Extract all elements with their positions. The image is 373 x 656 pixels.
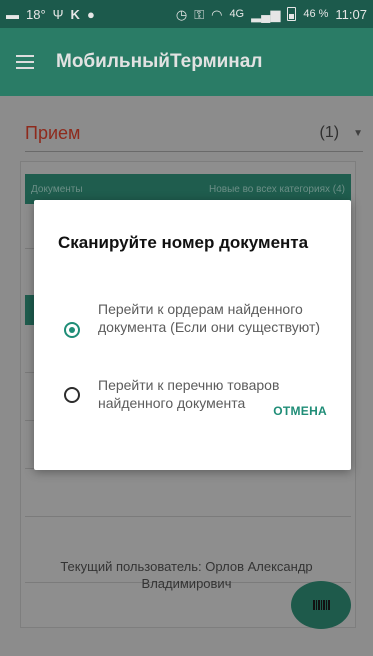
scan-barcode-button[interactable] (291, 581, 351, 629)
k-app-icon: K (70, 6, 80, 22)
clock: 11:07 (335, 6, 367, 22)
menu-icon[interactable] (16, 55, 34, 69)
documents-title: Документы (31, 183, 83, 195)
message-icon: ▬ (6, 6, 19, 22)
battery-level: 46 % (303, 8, 329, 20)
radio-orders[interactable] (64, 322, 80, 338)
cancel-button[interactable]: ОТМЕНА (273, 404, 327, 418)
signal-icon: ▂▄▆ (251, 6, 281, 22)
dropdown-caret-icon: ▼ (353, 127, 363, 139)
operation-selector[interactable]: Прием (1) ▼ (25, 118, 363, 148)
key-icon: ⚿ (194, 6, 205, 22)
dialog-title: Сканируйте номер документа (58, 233, 309, 252)
app-bar: МобильныйТерминал (0, 28, 373, 96)
option-orders-label: Перейти к ордерам найденного документа (… (98, 301, 321, 335)
usb-icon: Ψ (52, 6, 64, 22)
status-bar-right: ◷ ⚿ ◠ 4G ▂▄▆ 46 % 11:07 (176, 7, 367, 22)
wifi-icon: ◠ (211, 6, 223, 22)
status-bar-left: ▬ 18° Ψ K ● (6, 7, 95, 22)
status-bar: ▬ 18° Ψ K ● ◷ ⚿ ◠ 4G ▂▄▆ 46 % 11:07 (0, 0, 373, 28)
operation-name: Прием (25, 122, 81, 143)
option-go-to-orders[interactable]: Перейти к ордерам найденного документа (… (64, 300, 339, 338)
scan-dialog: Сканируйте номер документа Перейти к орд… (34, 200, 351, 470)
current-user-label: Текущий пользователь: Орлов Александр Вл… (60, 559, 313, 591)
operation-underline (25, 151, 363, 152)
drop-icon: ● (86, 6, 95, 22)
barcode-icon (312, 600, 330, 610)
alarm-icon: ◷ (175, 6, 188, 22)
operation-count: (1) (319, 124, 340, 141)
documents-filter[interactable]: Новые во всех категориях (4) (209, 184, 345, 195)
network-type: 4G (229, 8, 245, 20)
temperature: 18° (26, 6, 46, 22)
divider (25, 516, 351, 517)
radio-goods[interactable] (64, 387, 80, 403)
app-title: МобильныйТерминал (56, 51, 263, 72)
battery-icon (287, 7, 297, 21)
